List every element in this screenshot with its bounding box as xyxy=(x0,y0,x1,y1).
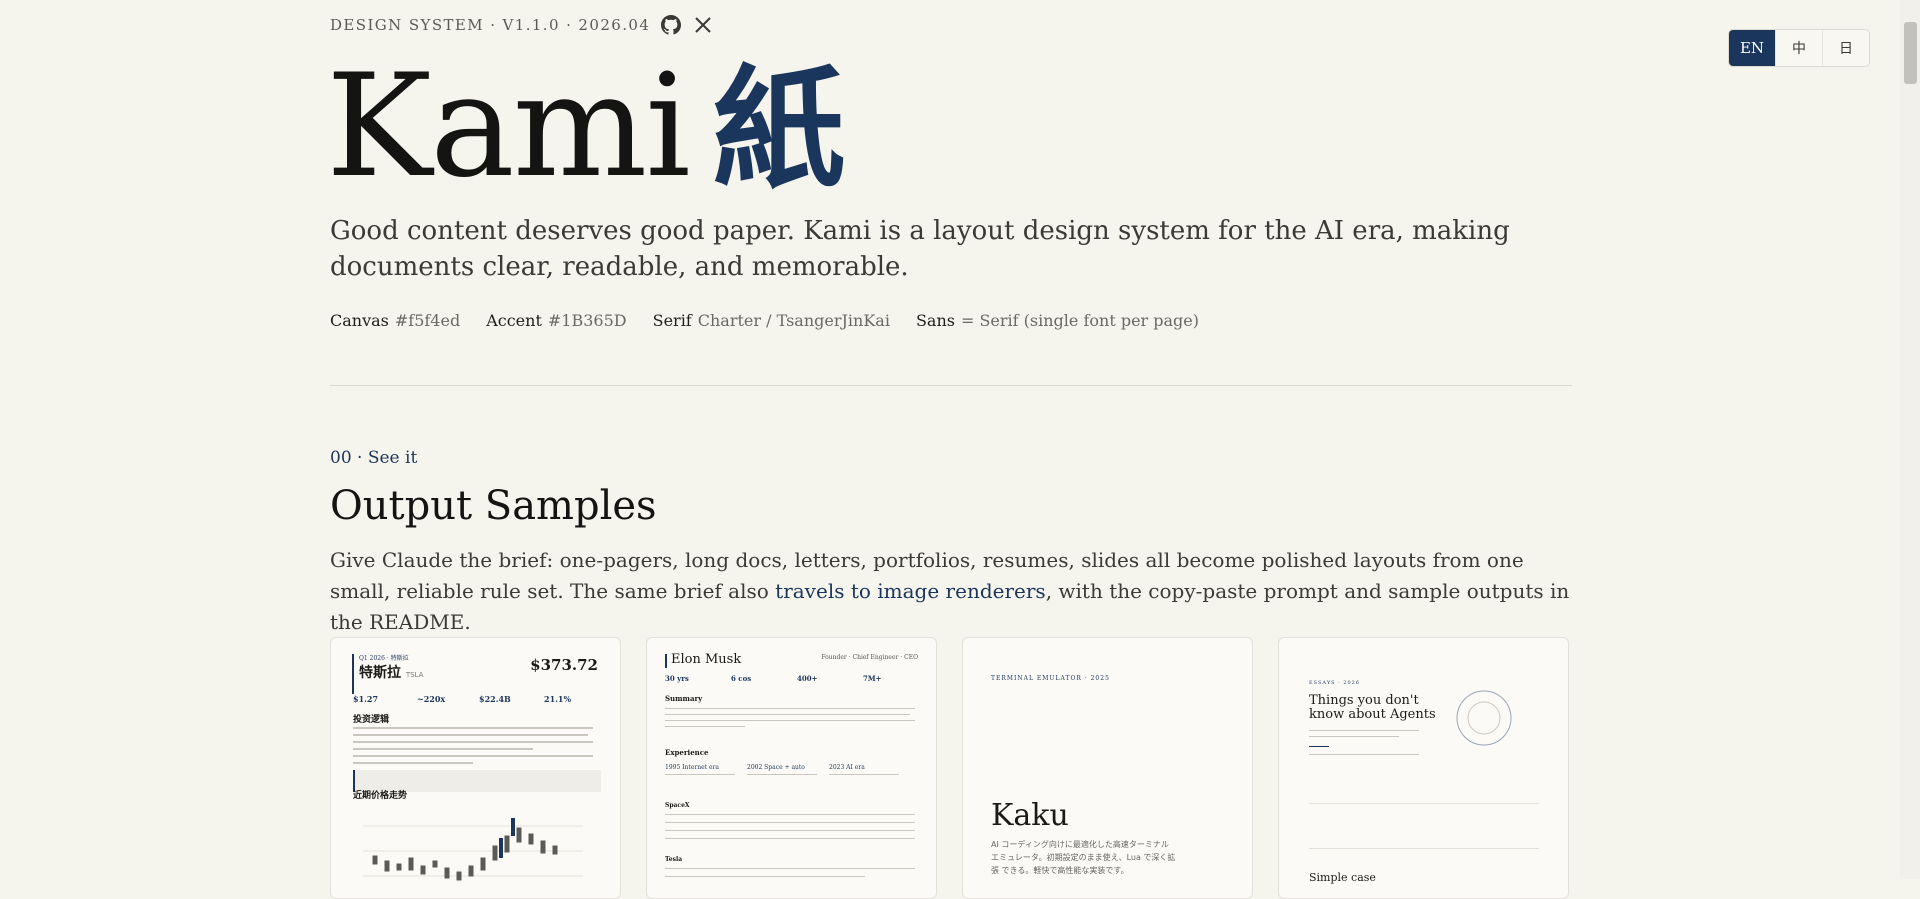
text-line xyxy=(665,830,915,831)
section-description: Give Claude the brief: one-pagers, long … xyxy=(330,548,1570,634)
equity-stat: ~220x xyxy=(417,694,446,704)
talk-next-title: Simple case xyxy=(1309,871,1376,884)
lang-option-ja[interactable]: 日 xyxy=(1822,30,1869,66)
equity-stat: $22.4B xyxy=(479,694,511,704)
hero-title-cjk: 紙 xyxy=(712,53,845,207)
resume-metric: 400+ xyxy=(797,674,818,683)
text-line xyxy=(1309,736,1399,737)
design-tokens: Canvas #f5f4ed Accent #1B365D Serif Charter… xyxy=(330,311,1199,330)
text-line xyxy=(665,708,915,709)
resume-era: 2002 Space + auto xyxy=(747,764,805,771)
text-line xyxy=(665,822,915,823)
divider xyxy=(330,385,1572,386)
text-line xyxy=(353,727,593,729)
text-line xyxy=(747,774,817,775)
image-renderers-link[interactable]: travels to image renderers xyxy=(775,579,1046,603)
lang-option-zh[interactable]: 中 xyxy=(1775,30,1822,66)
accent-rule xyxy=(1309,746,1329,747)
github-icon[interactable] xyxy=(660,14,682,36)
text-line xyxy=(353,748,533,750)
text-line xyxy=(353,741,593,743)
equity-price: $373.72 xyxy=(530,656,598,674)
resume-metric: 30 yrs xyxy=(665,674,689,683)
text-line xyxy=(353,762,473,764)
text-line xyxy=(1309,754,1419,755)
equity-kicker: Q1 2026 · 特斯拉 xyxy=(359,655,409,662)
resume-era: 2023 AI era xyxy=(829,764,865,771)
equity-chart-heading: 近期价格走势 xyxy=(353,791,408,801)
resume-era: 1995 Internet era xyxy=(665,764,719,771)
accent-bar xyxy=(665,654,667,668)
text-line xyxy=(665,720,915,721)
sample-card-talk[interactable]: ESSAYS · 2026 Things you don't know abou… xyxy=(1278,637,1569,899)
text-line xyxy=(665,876,865,877)
slide-title: Kaku xyxy=(991,798,1069,833)
hero-title: Kami 紙 xyxy=(326,52,845,206)
header-kicker-row: DESIGN SYSTEM · V1.1.0 · 2026.04 xyxy=(330,14,714,36)
candlestick-chart xyxy=(363,818,583,881)
text-line xyxy=(665,714,910,715)
lead-paragraph: Good content deserves good paper. Kami i… xyxy=(330,216,1510,282)
resume-role: Founder · Chief Engineer · CEO xyxy=(821,654,918,661)
resume-name: Elon Musk xyxy=(671,652,742,667)
slide-kicker: TERMINAL EMULATOR · 2025 xyxy=(991,675,1110,682)
hero-title-latin: Kami xyxy=(326,44,691,209)
sample-cards: Q1 2026 · 特斯拉 特斯拉 TSLA $373.72 $1.27 ~22… xyxy=(330,637,1569,899)
resume-summary-heading: Summary xyxy=(665,694,703,703)
equity-stat: $1.27 xyxy=(353,694,379,704)
text-line xyxy=(353,734,588,736)
resume-metric: 6 cos xyxy=(731,674,752,683)
circle-diagram xyxy=(1456,690,1512,746)
scrollbar-thumb[interactable] xyxy=(1904,22,1917,84)
divider xyxy=(1309,803,1539,804)
accent-bar xyxy=(352,654,354,694)
text-line xyxy=(353,755,593,757)
section-title: Output Samples xyxy=(330,483,657,529)
text-line xyxy=(1309,730,1419,731)
equity-name: 特斯拉 TSLA xyxy=(359,665,424,681)
talk-title: Things you don't know about Agents xyxy=(1309,693,1436,722)
section-eyebrow: 00 · See it xyxy=(330,448,418,468)
x-icon[interactable] xyxy=(692,14,714,36)
scrollbar[interactable] xyxy=(1900,0,1920,879)
version-kicker: DESIGN SYSTEM · V1.1.0 · 2026.04 xyxy=(330,16,651,34)
token-serif: Serif Charter / TsangerJinKai xyxy=(652,311,890,330)
text-line xyxy=(829,774,899,775)
resume-row-title: SpaceX xyxy=(665,802,690,809)
token-canvas: Canvas #f5f4ed xyxy=(330,311,461,330)
token-sans: Sans = Serif (single font per page) xyxy=(915,311,1200,330)
sample-card-slide[interactable]: TERMINAL EMULATOR · 2025 Kaku AI コーディング向… xyxy=(962,637,1253,899)
sample-card-resume[interactable]: Elon Musk Founder · Chief Engineer · CEO… xyxy=(646,637,937,899)
resume-row-title: Tesla xyxy=(665,856,683,863)
slide-body: AI コーディング向けに最適化した高速ターミナル エミュレータ。初期設定のまま使… xyxy=(991,840,1176,875)
text-line xyxy=(665,774,735,775)
divider xyxy=(1309,848,1539,849)
equity-section-heading: 投资逻辑 xyxy=(353,715,390,725)
resume-experience-heading: Experience xyxy=(665,748,709,757)
language-switcher: EN 中 日 xyxy=(1728,29,1870,67)
talk-kicker: ESSAYS · 2026 xyxy=(1309,680,1361,686)
text-line xyxy=(665,814,915,815)
text-line xyxy=(665,726,745,727)
text-line xyxy=(665,838,915,839)
text-line xyxy=(665,868,915,869)
token-accent: Accent #1B365D xyxy=(486,311,627,330)
equity-stat: 21.1% xyxy=(544,694,572,704)
sample-card-equity-report[interactable]: Q1 2026 · 特斯拉 特斯拉 TSLA $373.72 $1.27 ~22… xyxy=(330,637,621,899)
lang-option-en[interactable]: EN xyxy=(1729,30,1775,66)
resume-metric: 7M+ xyxy=(863,674,882,683)
